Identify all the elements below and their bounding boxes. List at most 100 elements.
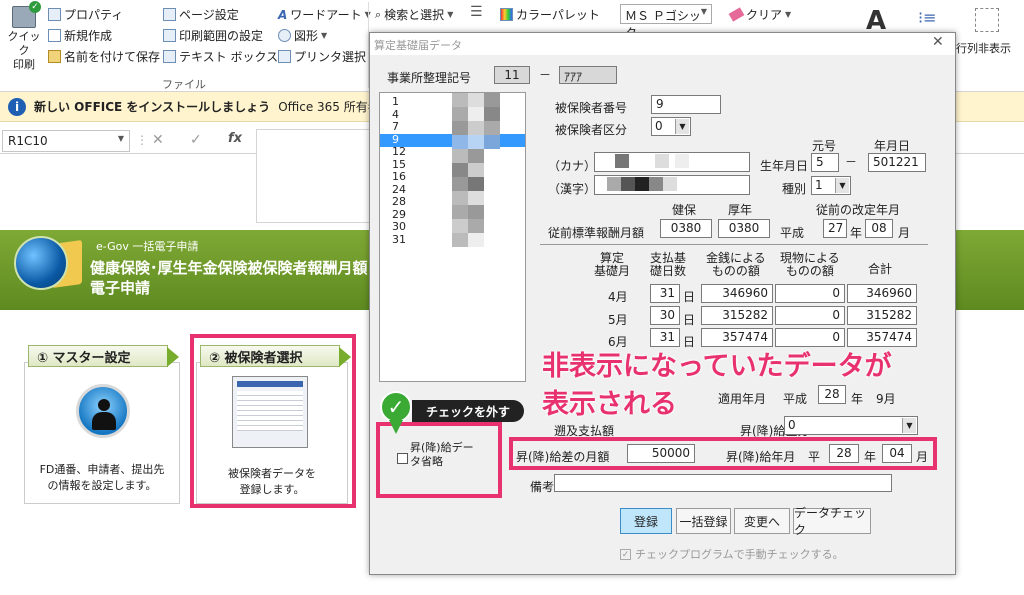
prev-health-input[interactable]: 0380 (660, 219, 712, 238)
save-as-icon (48, 50, 61, 63)
row-cash-input[interactable]: 357474 (701, 328, 773, 347)
search-select-button[interactable]: ⌕ 検索と選択 ▼ (375, 6, 453, 23)
mosaic-block (452, 177, 468, 191)
mosaic-block (484, 135, 500, 149)
day-unit: 日 (683, 313, 696, 327)
mosaic-block (468, 149, 484, 163)
birth-dash: － (845, 155, 858, 169)
data-check-button[interactable]: データチェック (793, 506, 871, 537)
note-input[interactable] (554, 474, 892, 492)
formula-input[interactable] (256, 129, 370, 223)
list-icon[interactable]: ⁝≡ (918, 8, 937, 27)
mosaic-block (452, 149, 468, 163)
row-days-input[interactable]: 30 (650, 306, 680, 325)
birth-era-input[interactable]: 5 (811, 153, 839, 172)
chevron-down-icon: ▼ (675, 119, 689, 134)
mosaic-block (452, 93, 468, 107)
save-as-button[interactable]: 名前を付けて保存 (48, 48, 160, 65)
annotation-line-1: 非表示になっていたデータが (542, 351, 892, 382)
row-cash-input[interactable]: 346960 (701, 284, 773, 303)
list-item[interactable]: 30 (392, 221, 406, 233)
check-icon: ✓ (380, 391, 412, 423)
align-icon[interactable]: ☰ (470, 4, 483, 20)
row-col-hide-label[interactable]: 行列非表示 (956, 40, 1011, 56)
info-bar-bold: 新しい OFFICE をインストールしましょう (34, 100, 271, 114)
row-kind-input[interactable]: 0 (775, 306, 845, 325)
revise-month-input[interactable]: 08 (865, 219, 893, 238)
close-icon[interactable]: ✕ (932, 34, 944, 50)
mosaic-block (468, 191, 484, 205)
cancel-icon[interactable]: ✕ (152, 132, 164, 148)
birth-date-input[interactable]: 501221 (868, 153, 926, 172)
pointer-icon (389, 420, 403, 434)
note-label: 備考 (530, 480, 555, 494)
palette-icon (500, 8, 513, 21)
font-name-value: ＭＳ Ｐゴシック (625, 9, 701, 40)
shapes-button[interactable]: 図形 ▼ (278, 27, 327, 44)
mosaic-block (452, 163, 468, 177)
kanji-input[interactable] (594, 175, 750, 195)
office-code-2: ｱｱｱ (559, 66, 617, 84)
mosaic-block (452, 233, 468, 247)
list-item[interactable]: 16 (392, 171, 406, 183)
color-palette-button[interactable]: カラーパレット (500, 6, 600, 23)
highlight-box-raise (509, 437, 937, 470)
mosaic-block (452, 191, 468, 205)
list-item[interactable]: 31 (392, 234, 406, 246)
list-item[interactable]: 7 (392, 121, 399, 133)
enter-icon[interactable]: ✓ (190, 132, 202, 148)
prev-pension-input[interactable]: 0380 (718, 219, 770, 238)
list-item[interactable]: 1 (392, 96, 399, 108)
banner-title-2: 電子申請 (90, 279, 151, 297)
bulk-register-button[interactable]: 一括登録 (676, 508, 731, 534)
omit-checkbox[interactable] (397, 453, 408, 464)
chevron-down-icon: ▼ (902, 418, 916, 433)
col-total-header: 合計 (868, 262, 893, 276)
list-item[interactable]: 28 (392, 196, 406, 208)
page-setup-button[interactable]: ページ設定 (163, 6, 239, 23)
printer-select-button[interactable]: プリンタ選択 (278, 48, 366, 65)
text-box-button[interactable]: テキスト ボックス▼ (163, 48, 287, 65)
row-kind-input[interactable]: 0 (775, 284, 845, 303)
kind-select[interactable]: 1 ▼ (811, 176, 851, 195)
clear-button[interactable]: クリア ▼ (728, 6, 791, 23)
new-create-button[interactable]: 新規作成 (48, 27, 112, 44)
properties-icon (48, 8, 61, 21)
list-item[interactable]: 12 (392, 146, 406, 158)
shapes-icon (278, 29, 291, 42)
print-area-icon (163, 29, 176, 42)
new-file-icon (48, 29, 61, 42)
row-days-input[interactable]: 31 (650, 328, 680, 347)
insured-no-input[interactable]: 9 (651, 95, 721, 114)
mosaic-block (468, 121, 484, 135)
hide-rowcol-icon[interactable] (975, 8, 999, 32)
page-setup-label: ページ設定 (179, 8, 239, 22)
font-name-select[interactable]: ＭＳ Ｐゴシック▼ (620, 4, 712, 40)
row-kind-input[interactable]: 0 (775, 328, 845, 347)
wordart-button[interactable]: Aワードアート▼ (278, 6, 371, 23)
pension-label: 厚年 (728, 203, 753, 217)
insured-list[interactable]: 1 4 7 9 12 15 16 24 28 29 30 31 (379, 92, 526, 382)
register-button[interactable]: 登録 (620, 508, 672, 534)
insured-type-select[interactable]: 0 ▼ (651, 117, 691, 136)
col-cash-header: 金銭による ものの額 (706, 251, 766, 278)
save-as-label: 名前を付けて保存 (64, 50, 161, 64)
kana-label: （カナ） (548, 159, 597, 173)
revise-year-input[interactable]: 27 (823, 219, 847, 238)
print-area-button[interactable]: 印刷範囲の設定 (163, 27, 263, 44)
fx-icon[interactable]: fx (228, 131, 242, 146)
manual-check-option[interactable]: ✓ チェックプログラムで手動チェックする。 (620, 546, 844, 562)
row-cash-input[interactable]: 315282 (701, 306, 773, 325)
kanji-label: （漢字） (548, 182, 597, 196)
wordart-label: ワードアート (290, 8, 362, 22)
kana-input[interactable] (594, 152, 750, 172)
quick-print-button[interactable]: ✓ クイック 印刷 (4, 1, 44, 71)
row-days-input[interactable]: 31 (650, 284, 680, 303)
name-box[interactable]: R1C10 ▼ (2, 130, 130, 152)
row-month: 4月 (608, 290, 628, 304)
properties-button[interactable]: プロパティ (48, 6, 123, 23)
change-button[interactable]: 変更へ (734, 508, 790, 534)
divider (540, 244, 928, 245)
insured-no-label: 被保険者番号 (555, 101, 628, 115)
revise-era-label: 平成 (780, 226, 805, 240)
